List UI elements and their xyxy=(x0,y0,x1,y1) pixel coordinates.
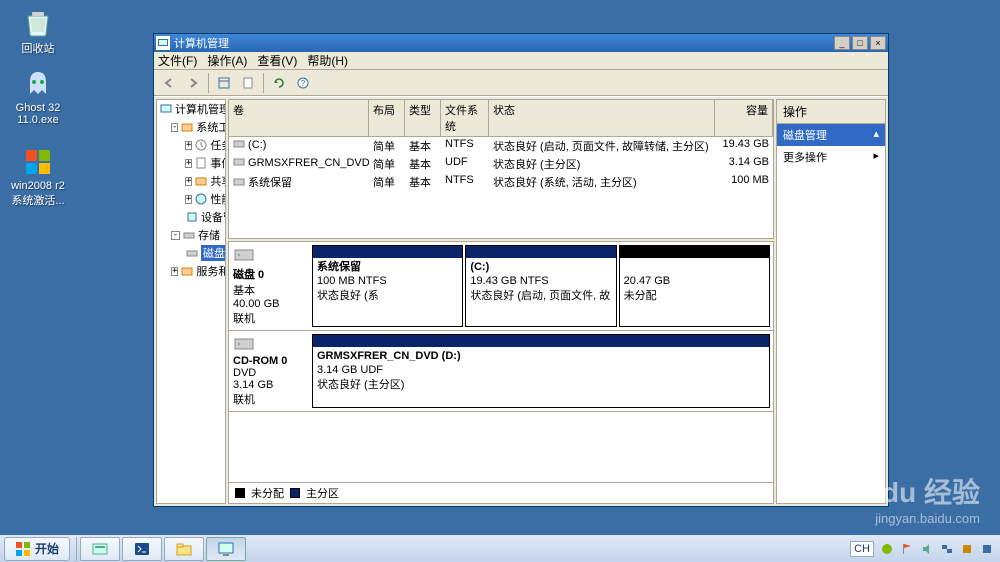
menubar: 文件(F) 操作(A) 查看(V) 帮助(H) xyxy=(154,52,888,70)
volume-row[interactable]: ​ (C:)简单基本NTFS状态良好 (启动, 页面文件, 故障转储, 主分区)… xyxy=(229,137,773,155)
menu-action[interactable]: 操作(A) xyxy=(207,52,247,69)
toolbar: ? xyxy=(154,70,888,96)
titlebar[interactable]: 计算机管理 _ □ × xyxy=(154,34,888,52)
volume-list-header: 卷 布局 类型 文件系统 状态 容量 xyxy=(229,100,773,137)
actions-header: 操作 xyxy=(777,100,885,124)
volume-block[interactable]: (C:)19.43 GB NTFS状态良好 (启动, 页面文件, 故 xyxy=(465,245,616,327)
tree-disk-management[interactable]: 磁盘管理 xyxy=(157,244,225,262)
tray-flag-icon[interactable] xyxy=(900,542,914,556)
close-button[interactable]: × xyxy=(870,36,886,50)
desktop-icon-label: 回收站 xyxy=(8,40,68,56)
col-name[interactable]: 卷 xyxy=(229,100,369,136)
tree-system-tools[interactable]: -系统工具 xyxy=(157,118,225,136)
recycle-bin-icon xyxy=(22,6,54,38)
toolbar-forward[interactable] xyxy=(182,72,204,94)
disk-row: CD-ROM 0DVD3.14 GB联机GRMSXFRER_CN_DVD (D:… xyxy=(229,331,773,412)
start-button[interactable]: 开始 xyxy=(4,537,70,561)
tray-icon[interactable] xyxy=(880,542,894,556)
language-indicator[interactable]: CH xyxy=(850,541,874,557)
toolbar-refresh[interactable] xyxy=(268,72,290,94)
desktop-icon-recycle-bin[interactable]: 回收站 xyxy=(8,6,68,56)
volume-list[interactable]: 卷 布局 类型 文件系统 状态 容量 ​ (C:)简单基本NTFS状态良好 (启… xyxy=(228,99,774,239)
tree-device-manager[interactable]: 设备管理器 xyxy=(157,208,225,226)
tray-network-icon[interactable] xyxy=(940,542,954,556)
tree-event-viewer[interactable]: +事件查看器 xyxy=(157,154,225,172)
windows-logo-icon xyxy=(15,541,31,557)
desktop-icon-label: Ghost 32 11.0.exe xyxy=(8,102,68,126)
taskbar-server-manager[interactable] xyxy=(80,537,120,561)
chevron-right-icon: ▸ xyxy=(873,149,879,165)
legend: 未分配 主分区 xyxy=(229,482,773,503)
app-icon xyxy=(156,36,170,50)
windows-icon xyxy=(22,146,54,178)
col-fs[interactable]: 文件系统 xyxy=(441,100,489,136)
tree-shared-folders[interactable]: +共享文件夹 xyxy=(157,172,225,190)
toolbar-views[interactable] xyxy=(213,72,235,94)
tray-volume-icon[interactable] xyxy=(920,542,934,556)
toolbar-back[interactable] xyxy=(158,72,180,94)
volume-block[interactable]: 20.47 GB未分配 xyxy=(619,245,770,327)
svg-text:?: ? xyxy=(301,79,306,88)
menu-file[interactable]: 文件(F) xyxy=(158,52,197,69)
volume-row[interactable]: ​ GRMSXFRER_CN_DVD (D:)简单基本UDF状态良好 (主分区)… xyxy=(229,155,773,173)
taskbar-explorer[interactable] xyxy=(164,537,204,561)
taskbar-computer-management[interactable] xyxy=(206,537,246,561)
window-title: 计算机管理 xyxy=(174,35,229,51)
maximize-button[interactable]: □ xyxy=(852,36,868,50)
toolbar-properties[interactable] xyxy=(237,72,259,94)
collapse-icon: ▴ xyxy=(873,127,879,143)
action-more[interactable]: 更多操作▸ xyxy=(777,146,885,168)
volume-row[interactable]: ​ 系统保留简单基本NTFS状态良好 (系统, 活动, 主分区)100 MB xyxy=(229,173,773,191)
menu-help[interactable]: 帮助(H) xyxy=(307,52,348,69)
taskbar: 开始 CH xyxy=(0,534,1000,562)
volume-block[interactable]: GRMSXFRER_CN_DVD (D:)3.14 GB UDF状态良好 (主分… xyxy=(312,334,770,408)
tray-icon[interactable] xyxy=(980,542,994,556)
col-type[interactable]: 类型 xyxy=(405,100,441,136)
toolbar-help[interactable]: ? xyxy=(292,72,314,94)
tree-services-apps[interactable]: +服务和应用程序 xyxy=(157,262,225,280)
computer-management-window: 计算机管理 _ □ × 文件(F) 操作(A) 查看(V) 帮助(H) ? 计算… xyxy=(153,33,889,507)
tree-root[interactable]: 计算机管理(本地) xyxy=(157,100,225,118)
ghost-icon xyxy=(22,68,54,100)
volume-block[interactable]: 系统保留100 MB NTFS状态良好 (系 xyxy=(312,245,463,327)
desktop-icon-ghost[interactable]: Ghost 32 11.0.exe xyxy=(8,68,68,126)
disk-row: 磁盘 0基本40.00 GB联机系统保留100 MB NTFS状态良好 (系(C… xyxy=(229,242,773,331)
disk-graphical-view: 磁盘 0基本40.00 GB联机系统保留100 MB NTFS状态良好 (系(C… xyxy=(228,241,774,504)
col-capacity[interactable]: 容量 xyxy=(715,100,773,136)
desktop-icon-label: win2008 r2 系统激活... xyxy=(8,180,68,208)
minimize-button[interactable]: _ xyxy=(834,36,850,50)
tree-task-scheduler[interactable]: +任务计划程序 xyxy=(157,136,225,154)
tree-performance[interactable]: +性能 xyxy=(157,190,225,208)
desktop-icon-activator[interactable]: win2008 r2 系统激活... xyxy=(8,146,68,208)
tree-storage[interactable]: -存储 xyxy=(157,226,225,244)
system-tray[interactable]: CH xyxy=(844,541,1000,557)
taskbar-powershell[interactable] xyxy=(122,537,162,561)
navigation-tree[interactable]: 计算机管理(本地) -系统工具 +任务计划程序 +事件查看器 +共享文件夹 +性… xyxy=(156,99,226,504)
col-status[interactable]: 状态 xyxy=(489,100,715,136)
tray-icon[interactable] xyxy=(960,542,974,556)
menu-view[interactable]: 查看(V) xyxy=(257,52,297,69)
col-layout[interactable]: 布局 xyxy=(369,100,405,136)
action-category[interactable]: 磁盘管理▴ xyxy=(777,124,885,146)
actions-pane: 操作 磁盘管理▴ 更多操作▸ xyxy=(776,99,886,504)
